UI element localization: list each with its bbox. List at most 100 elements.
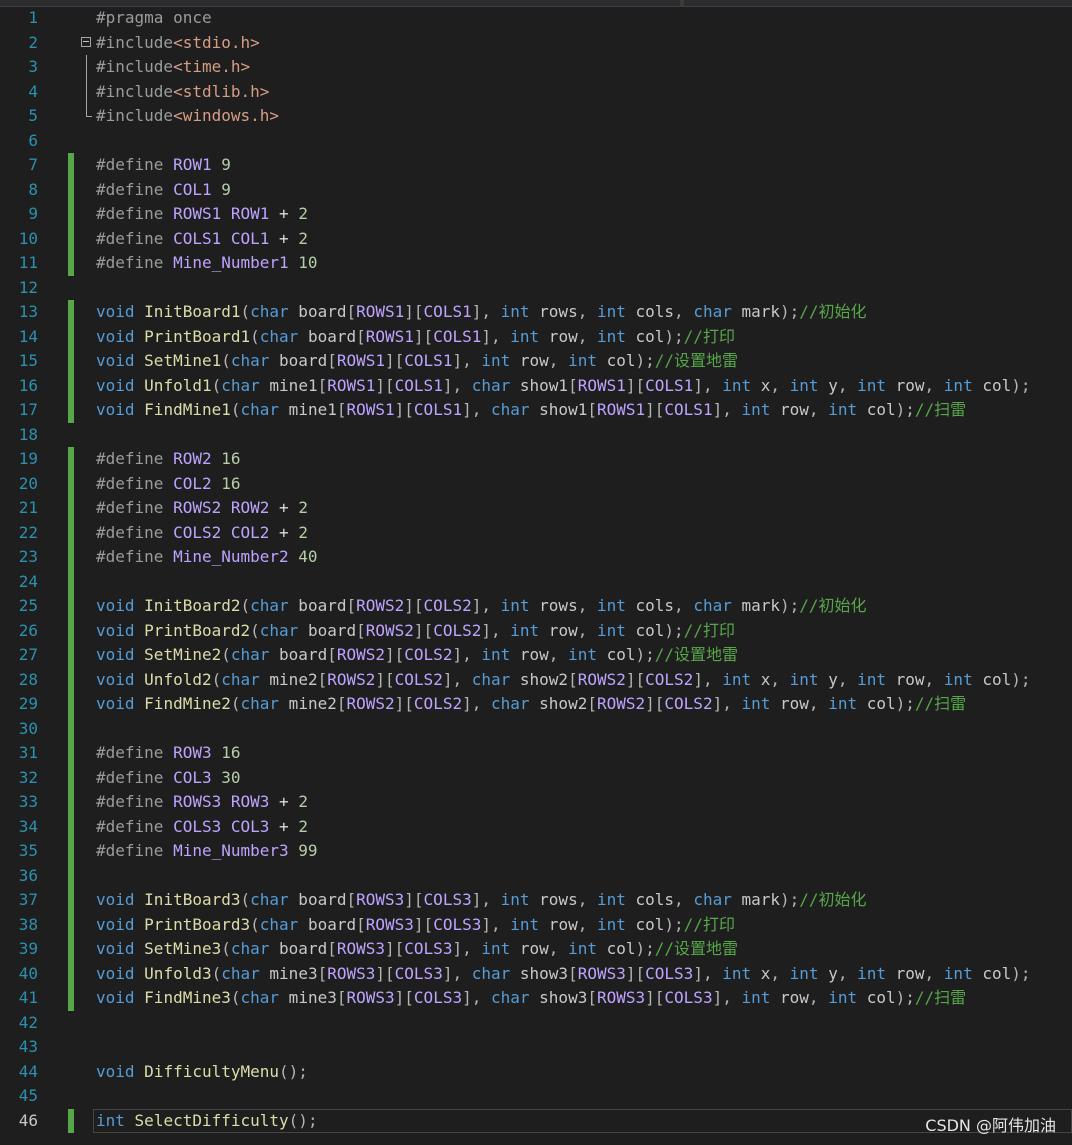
code-line[interactable]: 35 #define Mine_Number3 99 [0, 839, 1072, 864]
code-line[interactable]: 8 #define COL1 9 [0, 177, 1072, 202]
code-line[interactable]: 22 #define COLS2 COL2 + 2 [0, 520, 1072, 545]
punctuation: ], [442, 963, 472, 983]
change-indicator [68, 447, 74, 472]
punctuation: ][ [404, 890, 424, 909]
keyword-token: char [240, 988, 280, 1007]
code-line[interactable]: 27 void SetMine2(char board[ROWS2][COLS2]… [0, 643, 1072, 668]
number-literal: 9 [221, 155, 231, 174]
code-line[interactable]: 32 #define COL3 30 [0, 765, 1072, 790]
code-line[interactable]: 9 #define ROWS1 ROW1 + 2 [0, 202, 1072, 227]
code-line[interactable]: 39 void SetMine3(char board[ROWS3][COLS3]… [0, 937, 1072, 962]
identifier: y [818, 963, 838, 983]
code-content: void Unfold3(char mine3[ROWS3][COLS3], c… [96, 962, 1031, 987]
code-line[interactable]: 16 void Unfold1(char mine1[ROWS1][COLS1],… [0, 373, 1072, 398]
code-line[interactable]: 44 void DifficultyMenu(); [0, 1060, 1072, 1085]
code-line[interactable]: 21 #define ROWS2 ROW2 + 2 [0, 496, 1072, 521]
identifier: cols [625, 596, 675, 615]
code-line[interactable]: 26 void PrintBoard2(char board[ROWS2][COL… [0, 618, 1072, 643]
line-number: 33 [18, 792, 38, 811]
macro-token: ROWS2 [577, 669, 626, 689]
code-line[interactable]: 31 #define ROW3 16 [0, 741, 1072, 766]
code-editor[interactable]: 1 #pragma once 2 #include<stdio.h> 3 #include… [0, 6, 1072, 1145]
code-line[interactable]: 6 [0, 129, 1072, 154]
code-line[interactable]: 7 #define ROW1 9 [0, 153, 1072, 178]
code-line[interactable]: 11 #define Mine_Number1 10 [0, 251, 1072, 276]
code-line[interactable]: 14 void PrintBoard1(char board[ROWS1][COL… [0, 324, 1072, 349]
code-line[interactable]: 23 #define Mine_Number2 40 [0, 545, 1072, 570]
identifier: col [596, 939, 636, 958]
code-content: void FindMine2(char mine2[ROWS2][COLS2],… [96, 692, 966, 717]
keyword-token: int [510, 326, 540, 346]
code-line[interactable]: 24 [0, 569, 1072, 594]
punctuation: , [808, 400, 829, 419]
code-line[interactable]: 28 void Unfold2(char mine2[ROWS2][COLS2],… [0, 667, 1072, 692]
code-line[interactable]: 43 [0, 1035, 1072, 1060]
identifier: mine3 [279, 988, 337, 1007]
code-line[interactable]: 2 #include<stdio.h> [0, 31, 1072, 56]
change-indicator [68, 324, 74, 349]
code-line[interactable]: 33 #define ROWS3 ROW3 + 2 [0, 790, 1072, 815]
code-line[interactable]: 10 #define COLS1 COL1 + 2 [0, 226, 1072, 251]
code-line[interactable]: 40 void Unfold3(char mine3[ROWS3][COLS3],… [0, 961, 1072, 987]
code-line[interactable]: 36 [0, 863, 1072, 888]
comment: //扫雷 [914, 694, 967, 713]
punctuation: ][ [394, 400, 414, 419]
punctuation: , [770, 669, 790, 689]
code-line[interactable]: 13 void InitBoard1(char board[ROWS1][COLS… [0, 300, 1072, 325]
punctuation: , [674, 890, 694, 909]
code-line[interactable]: 30 [0, 716, 1072, 741]
number-literal: 40 [298, 547, 318, 566]
number-literal: 2 [298, 792, 308, 811]
code-line[interactable]: 18 [0, 423, 1072, 448]
code-line[interactable]: 41 void FindMine3(char mine3[ROWS3][COLS3… [0, 986, 1072, 1011]
code-line[interactable]: 46 int SelectDifficulty(); [0, 1108, 1072, 1133]
change-indicator [68, 961, 74, 986]
punctuation: [ [568, 375, 578, 395]
punctuation: ][ [413, 914, 434, 934]
code-line[interactable]: 1 #pragma once [0, 6, 1072, 31]
code-content: void SetMine1(char board[ROWS1][COLS1], … [96, 349, 738, 374]
keyword-token: void [96, 596, 135, 615]
code-line[interactable]: 37 void InitBoard3(char board[ROWS3][COLS… [0, 888, 1072, 913]
code-line[interactable]: 4 #include<stdlib.h> [0, 79, 1072, 104]
code-line[interactable]: 19 #define ROW2 16 [0, 447, 1072, 472]
punctuation: [ [356, 620, 366, 640]
number-literal: 2 [298, 522, 308, 542]
keyword-token: int [741, 988, 771, 1007]
code-line[interactable]: 5 #include<windows.h> [0, 104, 1072, 129]
function-name: SelectDifficulty [134, 1110, 289, 1130]
code-line[interactable]: 34 #define COLS3 COL3 + 2 [0, 814, 1072, 839]
function-name: Unfold3 [144, 963, 212, 983]
macro-token: COLS1 [645, 375, 694, 395]
punctuation: ], [481, 914, 511, 934]
code-line[interactable]: 17 void FindMine1(char mine1[ROWS1][COLS1… [0, 398, 1072, 423]
keyword-token: void [96, 694, 135, 713]
code-line[interactable]: 45 [0, 1084, 1072, 1109]
punctuation: ][ [413, 326, 434, 346]
code-line[interactable]: 3 #include<time.h> [0, 55, 1072, 80]
preprocessor-token: #define [96, 449, 174, 468]
code-line[interactable]: 25 void InitBoard2(char board[ROWS2][COLS… [0, 594, 1072, 619]
code-line[interactable]: 20 #define COL2 16 [0, 471, 1072, 496]
code-line[interactable]: 38 void PrintBoard3(char board[ROWS3][COL… [0, 912, 1072, 937]
code-content: #define Mine_Number2 40 [96, 545, 318, 570]
function-name: PrintBoard1 [144, 326, 251, 346]
line-number: 38 [18, 914, 38, 934]
code-line[interactable]: 42 [0, 1011, 1072, 1036]
preprocessor-token: #define [96, 228, 174, 248]
punctuation: ); [635, 939, 655, 958]
punctuation: [ [346, 596, 357, 615]
code-line[interactable]: 15 void SetMine1(char board[ROWS1][COLS1]… [0, 349, 1072, 374]
identifier: mine3 [259, 963, 318, 983]
punctuation: ); [635, 645, 655, 664]
code-line[interactable]: 29 void FindMine2(char mine2[ROWS2][COLS2… [0, 692, 1072, 717]
preprocessor-token: #define [96, 792, 174, 811]
code-line[interactable]: 12 [0, 276, 1072, 301]
number-literal: 10 [298, 253, 318, 272]
line-number: 41 [18, 988, 38, 1007]
identifier: col [625, 326, 665, 346]
line-number: 42 [18, 1012, 38, 1032]
collapse-icon[interactable] [81, 36, 91, 47]
